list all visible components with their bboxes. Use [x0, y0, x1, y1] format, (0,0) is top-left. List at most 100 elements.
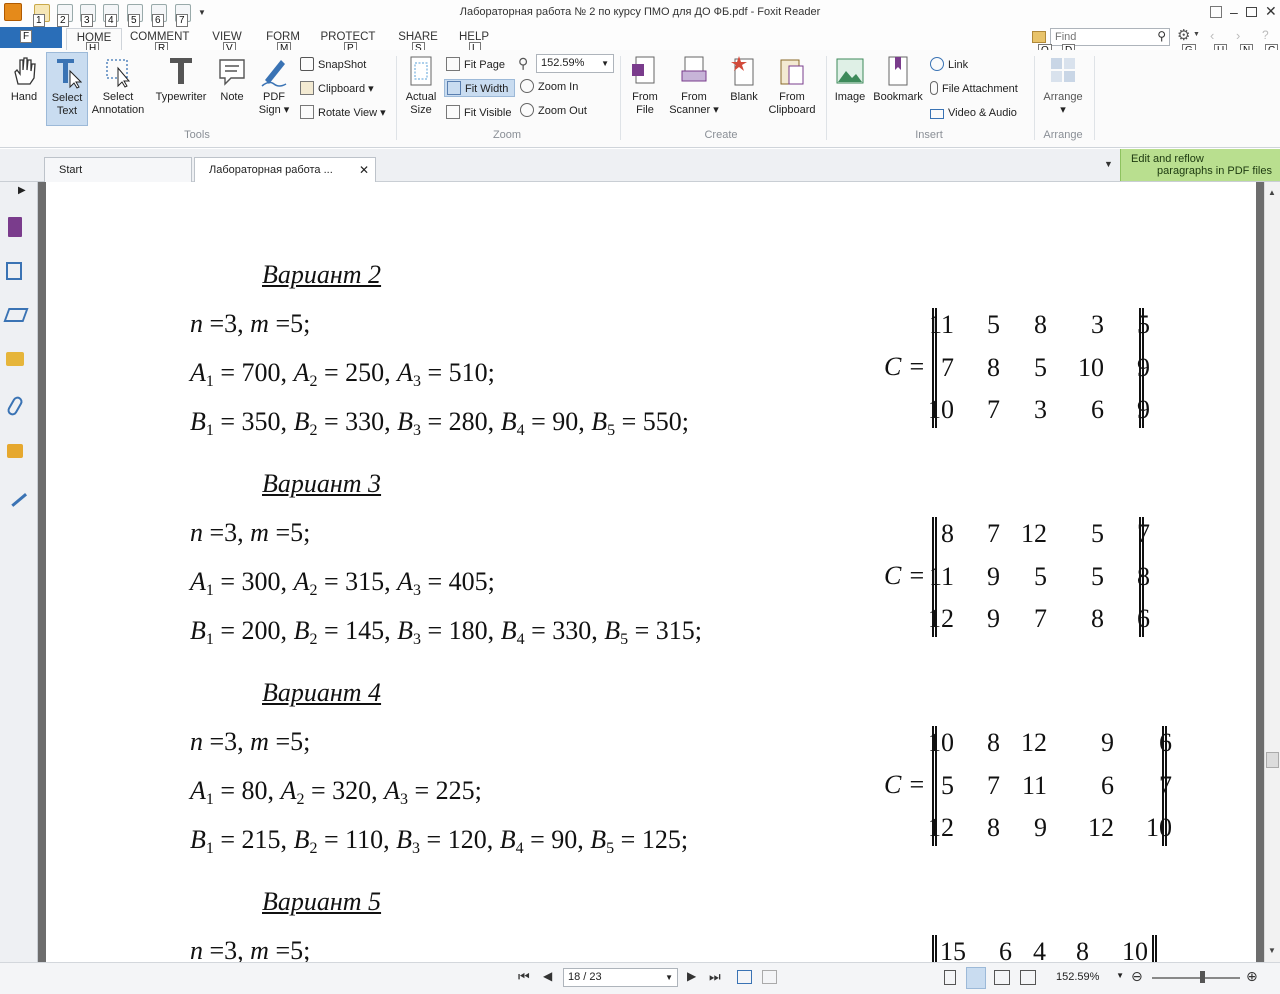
bookmarks-panel-icon[interactable]: [8, 217, 22, 237]
tab-start[interactable]: Start: [44, 157, 192, 182]
zoom-slider-thumb[interactable]: [1200, 971, 1205, 983]
note-button[interactable]: Note: [214, 54, 250, 104]
fit-page-button[interactable]: Fit Page: [446, 56, 505, 74]
fit-visible-label: Fit Visible: [464, 107, 512, 119]
eq-value: = 145,: [317, 616, 398, 645]
eq-symbol: m: [250, 727, 269, 756]
rotate-view-label: Rotate View: [318, 107, 378, 119]
rotate-view-button[interactable]: Rotate View ▾: [300, 104, 386, 122]
nm-line: n =3, m =5;: [190, 936, 310, 962]
select-text-button[interactable]: Select Text: [46, 52, 88, 126]
facing-page-icon[interactable]: [994, 970, 1010, 985]
link-button[interactable]: Link: [930, 56, 968, 74]
pdf-page: Вариант 2 n =3, m =5; A1 = 700, A2 = 250, …: [46, 182, 1256, 962]
zoom-in-slider-icon[interactable]: ⊕: [1246, 968, 1258, 985]
continuous-page-icon[interactable]: [966, 967, 986, 989]
tab-document[interactable]: Лабораторная работа ... ✕: [194, 157, 376, 183]
settings-gear-icon[interactable]: ⚙: [1177, 26, 1190, 44]
image-button[interactable]: Image: [832, 54, 868, 104]
security-panel-icon[interactable]: [7, 444, 23, 458]
eq-value: = 120,: [420, 825, 500, 854]
last-page-icon[interactable]: ⏭: [709, 969, 721, 985]
vertical-scrollbar[interactable]: ▲ ▼: [1264, 182, 1280, 962]
back-icon[interactable]: ‹: [1210, 28, 1214, 43]
video-audio-button[interactable]: Video & Audio: [930, 104, 1017, 122]
previous-page-icon[interactable]: ◀: [543, 969, 552, 983]
tab-list-dropdown-icon[interactable]: ▼: [1104, 159, 1113, 169]
comments-panel-icon[interactable]: [6, 352, 24, 366]
zoom-out-button[interactable]: Zoom Out: [520, 102, 587, 120]
promo-banner[interactable]: Edit and reflow paragraphs in PDF files: [1120, 149, 1280, 181]
expand-sidebar-icon[interactable]: ▶: [18, 185, 26, 196]
document-viewer[interactable]: Вариант 2 n =3, m =5; A1 = 700, A2 = 250, …: [38, 182, 1264, 962]
minimize-icon[interactable]: –: [1230, 4, 1238, 20]
maximize-icon[interactable]: [1246, 7, 1257, 17]
matrix-cell: 8: [987, 813, 1000, 842]
fit-width-button[interactable]: Fit Width: [444, 79, 515, 97]
bookmark-button[interactable]: Bookmark: [872, 54, 924, 104]
previous-view-icon[interactable]: [737, 970, 752, 984]
select-annotation-button[interactable]: Select Annotation: [90, 54, 146, 117]
close-tab-icon[interactable]: ✕: [359, 158, 369, 182]
scroll-up-icon[interactable]: ▲: [1268, 188, 1276, 197]
clipboard-button[interactable]: Clipboard ▾: [300, 80, 374, 98]
fit-visible-button[interactable]: Fit Visible: [446, 104, 511, 122]
next-page-icon[interactable]: ▶: [687, 969, 696, 983]
zoom-in-button[interactable]: Zoom In: [520, 78, 578, 96]
help-icon[interactable]: ?: [1262, 28, 1269, 42]
from-clipboard-button[interactable]: From Clipboard: [766, 54, 818, 117]
attachments-panel-icon[interactable]: [5, 394, 25, 418]
search-input[interactable]: [1051, 29, 1149, 45]
single-page-icon[interactable]: [944, 970, 956, 985]
zoom-out-slider-icon[interactable]: ⊖: [1131, 968, 1143, 985]
search-icon[interactable]: ⚲: [1157, 29, 1166, 43]
eq-value: = 90,: [523, 825, 591, 854]
eq-value: = 405;: [421, 567, 495, 596]
restore-ribbon-icon[interactable]: [1210, 6, 1222, 18]
first-page-icon[interactable]: ⏮: [518, 969, 530, 985]
find-folder-icon[interactable]: [1032, 31, 1046, 43]
eq-value: = 180,: [421, 616, 501, 645]
pdf-sign-button[interactable]: PDF Sign ▾: [254, 54, 294, 117]
variant-heading: Вариант 3: [262, 469, 382, 498]
select-annotation-icon: [106, 59, 131, 88]
arrange-icon: [1051, 58, 1075, 82]
eq-value: = 315,: [317, 567, 398, 596]
scroll-thumb[interactable]: [1266, 752, 1279, 768]
forward-icon[interactable]: ›: [1236, 28, 1240, 43]
scroll-down-icon[interactable]: ▼: [1268, 946, 1276, 955]
zoom-select[interactable]: 152.59% ▼: [536, 54, 614, 73]
matrix-cell: 9: [1137, 395, 1150, 424]
supply-line: A1 = 80, A2 = 320, A3 = 225;: [190, 776, 482, 809]
eq-subscript: 1: [205, 840, 214, 857]
settings-dropdown-icon[interactable]: ▼: [1193, 31, 1200, 38]
arrange-button[interactable]: Arrange ▾: [1040, 54, 1086, 117]
eq-value: = 90,: [524, 407, 592, 436]
eq-symbol: A: [384, 776, 401, 805]
blank-button[interactable]: Blank: [726, 54, 762, 104]
next-view-icon[interactable]: [762, 970, 777, 984]
from-file-button[interactable]: From File: [626, 54, 664, 117]
matrix-cell: 12: [1021, 519, 1047, 548]
close-icon[interactable]: ✕: [1265, 3, 1277, 20]
create-group-label: Create: [704, 129, 738, 141]
pages-panel-icon[interactable]: [6, 262, 22, 280]
matrix-cell: 10: [928, 395, 954, 424]
actual-size-button[interactable]: Actual Size: [402, 54, 440, 117]
page-number-field[interactable]: 18 / 23 ▼: [563, 968, 678, 987]
hand-button[interactable]: Hand: [6, 54, 42, 104]
file-menu-button[interactable]: F: [0, 27, 62, 48]
snapshot-button[interactable]: SnapShot: [300, 56, 366, 74]
file-attachment-button[interactable]: File Attachment: [930, 80, 1018, 98]
note-icon: [219, 59, 245, 86]
from-scanner-button[interactable]: From Scanner ▾: [668, 54, 720, 117]
matrix-cell: 7: [941, 352, 954, 382]
zoom-level-display[interactable]: 152.59% ▼: [1046, 971, 1126, 983]
typewriter-button[interactable]: Typewriter: [152, 54, 210, 104]
eq-symbol: n: [190, 309, 203, 338]
signatures-panel-icon[interactable]: [2, 483, 28, 507]
continuous-facing-icon[interactable]: [1020, 970, 1036, 985]
layers-panel-icon[interactable]: [3, 308, 29, 322]
eq-value: = 330,: [317, 407, 398, 436]
zoom-slider[interactable]: [1152, 977, 1240, 979]
